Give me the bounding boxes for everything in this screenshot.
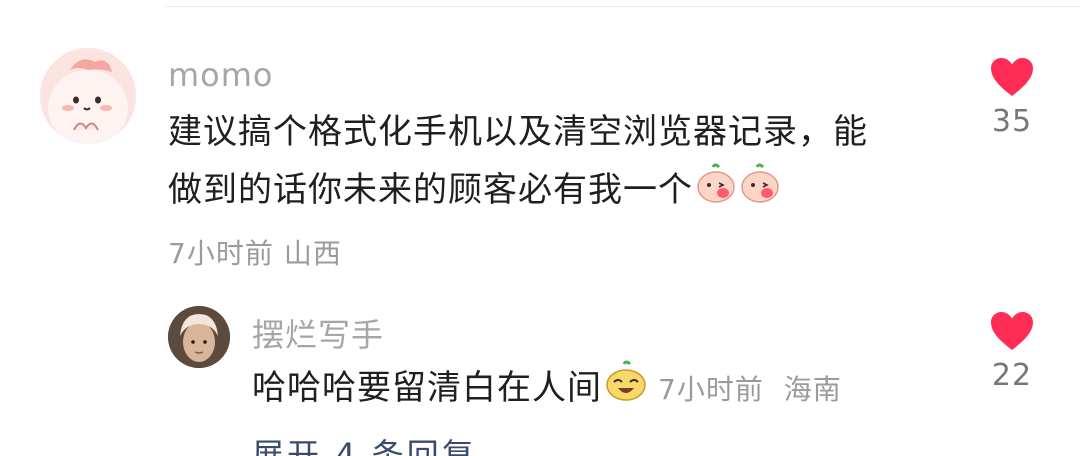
blushing-face-emoji-icon	[739, 163, 781, 220]
reply-location: 海南	[783, 373, 842, 406]
reply-username[interactable]: 摆烂写手	[252, 310, 384, 356]
comment-text-line-1: 建议搞个格式化手机以及清空浏览器记录，能	[168, 112, 868, 152]
top-divider	[165, 6, 1080, 7]
like-count: 35	[991, 104, 1033, 139]
blushing-face-emoji-icon	[695, 163, 737, 220]
comment-text-line-2: 做到的话你未来的顾客必有我一个	[168, 162, 781, 220]
reply-like-button[interactable]: 22	[977, 310, 1047, 393]
person-photo-avatar-icon	[168, 306, 230, 368]
reply-avatar[interactable]	[168, 306, 230, 368]
reply-text-row: 哈哈哈要留清白在人间 7小时前 海南	[252, 360, 842, 419]
heart-icon	[991, 312, 1033, 350]
reply-text: 哈哈哈要留清白在人间	[252, 368, 602, 408]
heart-icon	[991, 58, 1033, 96]
reply-like-count: 22	[991, 358, 1033, 393]
pink-cartoon-avatar-icon	[40, 48, 136, 144]
grinning-face-emoji-icon	[604, 360, 648, 419]
expand-replies-link[interactable]: 展开 4 条回复	[252, 430, 477, 456]
reply-meta: 7小时前 海南	[658, 373, 842, 406]
avatar[interactable]	[40, 48, 136, 144]
comment-text: 做到的话你未来的顾客必有我一个	[168, 170, 693, 210]
comment-time: 7小时前	[168, 237, 274, 270]
reply-time: 7小时前	[658, 373, 764, 406]
comment-username[interactable]: momo	[168, 56, 274, 94]
comment-location: 山西	[283, 237, 342, 270]
comment-meta: 7小时前 山西	[168, 232, 342, 272]
like-button[interactable]: 35	[977, 56, 1047, 139]
